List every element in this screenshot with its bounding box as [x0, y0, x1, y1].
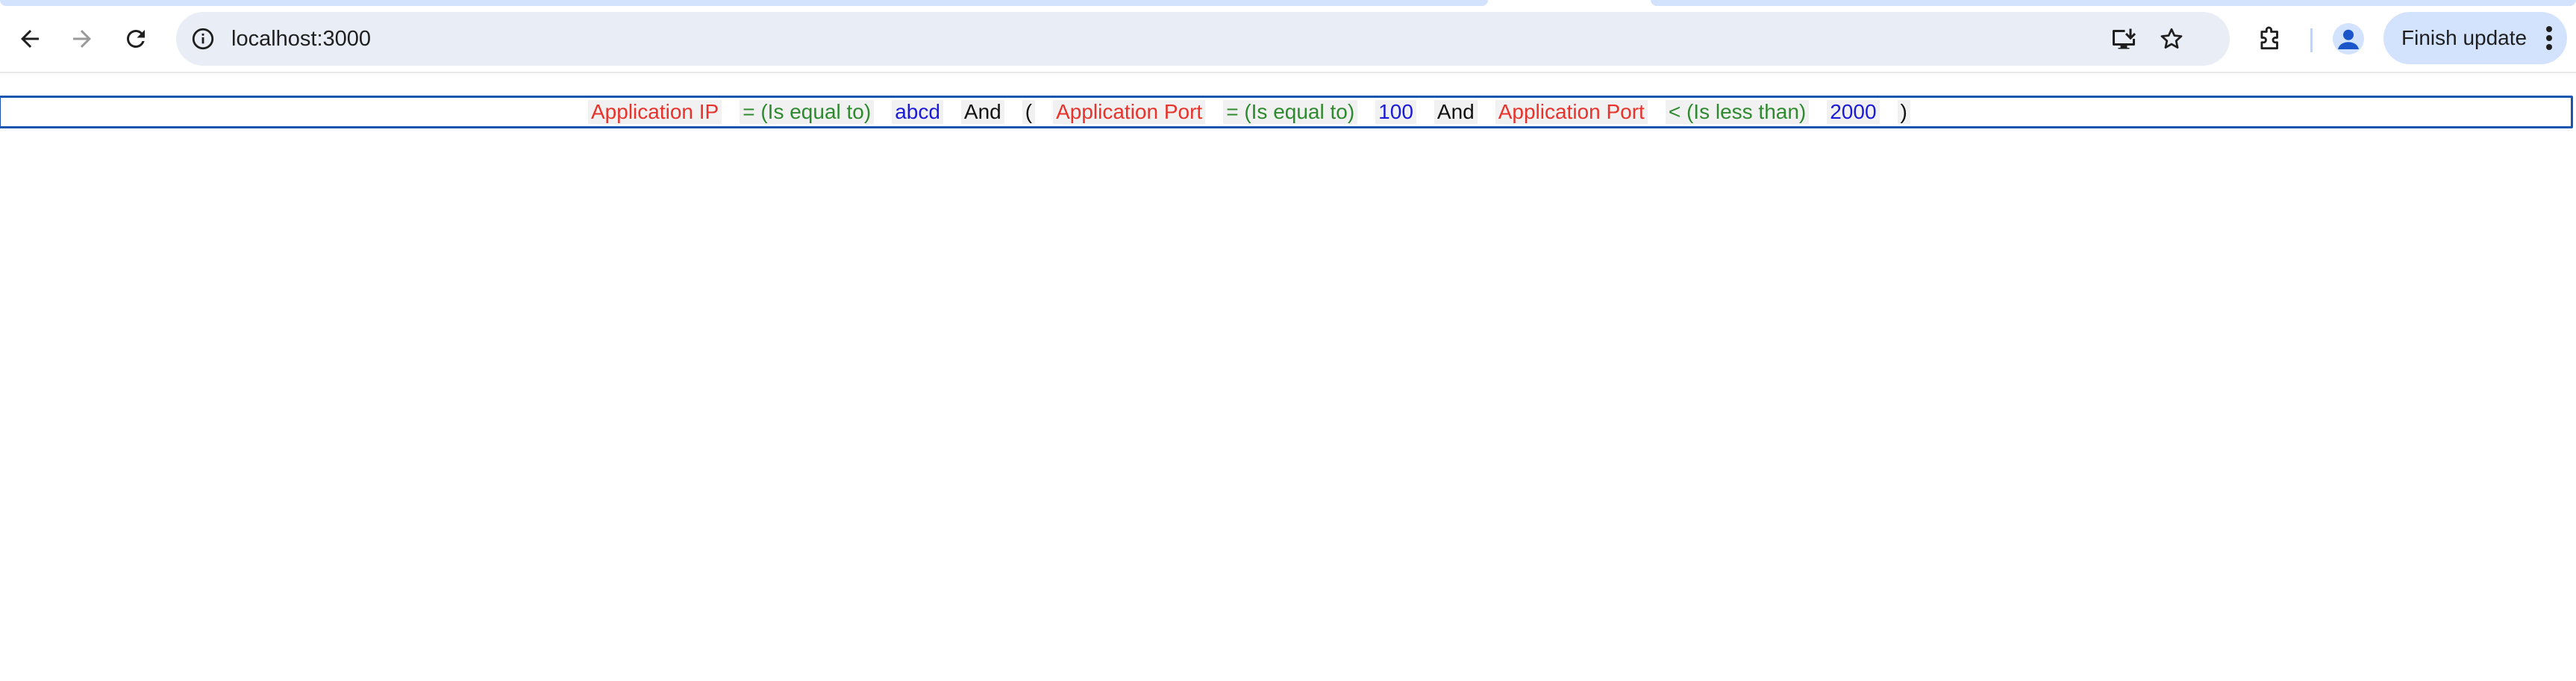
bookmark-star-button[interactable] [2151, 18, 2192, 60]
finish-update-label: Finish update [2401, 26, 2527, 49]
query-token-logic[interactable]: And [960, 100, 1004, 124]
more-vert-icon [2546, 26, 2552, 50]
toolbar-divider [2310, 28, 2313, 52]
info-circle-icon [192, 28, 214, 50]
query-token-value[interactable]: 100 [1375, 100, 1416, 124]
forward-button[interactable] [60, 16, 104, 61]
query-token-field[interactable]: Application IP [588, 100, 722, 124]
active-tab-edge[interactable] [0, 0, 1488, 6]
back-button[interactable] [7, 16, 52, 61]
query-token-value[interactable]: 2000 [1827, 100, 1880, 124]
page-content: Application IP = (Is equal to) abcd And … [0, 73, 2576, 681]
query-token-operator[interactable]: = (Is equal to) [740, 100, 875, 124]
query-token-operator[interactable]: = (Is equal to) [1223, 100, 1358, 124]
finish-update-button[interactable]: Finish update [2383, 12, 2567, 64]
forward-arrow-icon [73, 30, 91, 48]
puzzle-piece-icon [2260, 26, 2278, 50]
site-info-button[interactable] [182, 18, 224, 60]
star-icon [2160, 28, 2183, 49]
query-token-list: Application IP = (Is equal to) abcd And … [588, 100, 1928, 124]
url-input[interactable] [231, 12, 2022, 66]
query-token-logic[interactable]: And [1434, 100, 1478, 124]
query-token-operator[interactable]: < (Is less than) [1665, 100, 1810, 124]
query-token-open-paren[interactable]: ( [1022, 100, 1036, 124]
install-desktop-icon [2113, 28, 2136, 49]
profile-avatar[interactable] [2333, 23, 2364, 55]
query-token-field[interactable]: Application Port [1495, 100, 1648, 124]
person-icon [2338, 29, 2359, 49]
browser-toolbar: Finish update [0, 6, 2576, 73]
query-token-field[interactable]: Application Port [1053, 100, 1206, 124]
inactive-tab-edge[interactable] [1651, 0, 2576, 6]
query-token-value[interactable]: abcd [892, 100, 943, 124]
reload-button[interactable] [113, 16, 158, 61]
install-app-button[interactable] [2103, 18, 2145, 60]
extensions-button[interactable] [2248, 16, 2292, 61]
address-bar[interactable] [176, 12, 2230, 66]
reload-icon [126, 29, 145, 48]
query-token-close-paren[interactable]: ) [1897, 100, 1910, 124]
back-arrow-icon [21, 30, 39, 48]
